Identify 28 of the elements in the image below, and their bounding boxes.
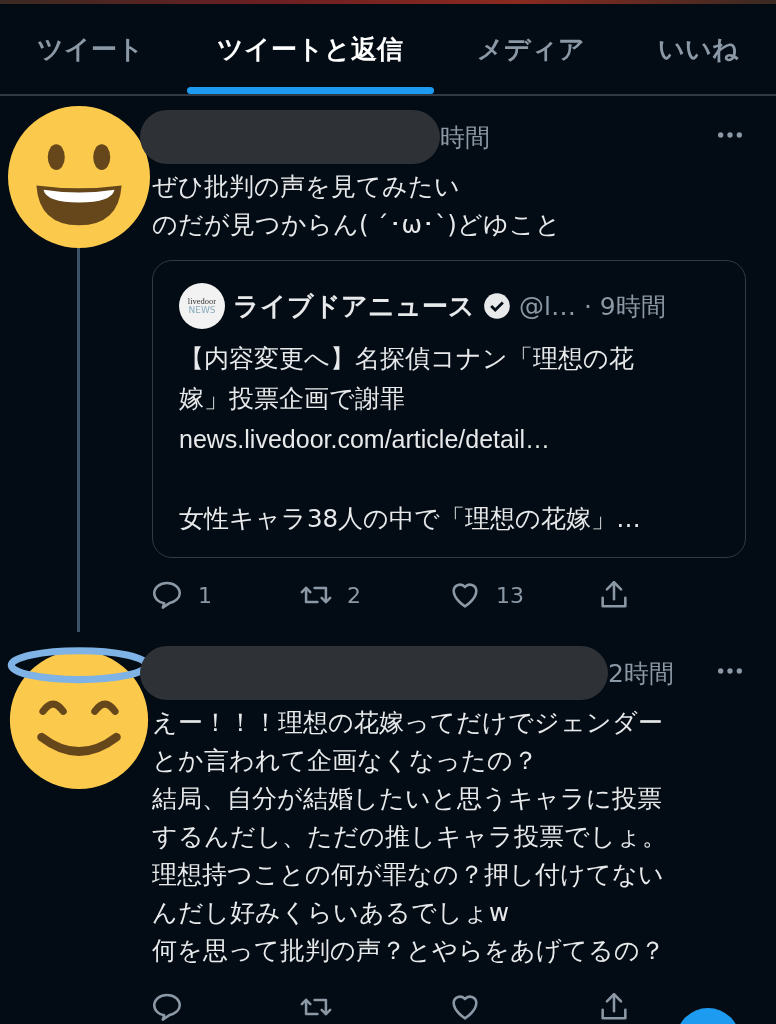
tweet-text-line: するんだし、ただの推しキャラ投票でしょ。	[152, 821, 668, 853]
reply-count: 1	[198, 582, 212, 608]
quote-text-line: 嫁」投票企画で謝罪	[179, 383, 406, 415]
tweet-text-line: 結局、自分が結婚したいと思うキャラに投票	[152, 783, 663, 815]
news-logo: livedoor NEWS	[179, 283, 225, 329]
quote-time: · 9時間	[583, 290, 666, 323]
quote-text-line: 【内容変更へ】名探偵コナン「理想の花	[179, 343, 635, 375]
tweet-text-line: ぜひ批判の声を見てみたい	[152, 171, 461, 203]
profile-tab[interactable]: いいね	[621, 4, 776, 94]
profile-tab[interactable]: メディア	[440, 4, 622, 94]
smiley-avatar-icon	[8, 106, 150, 248]
retweet-count: 2	[347, 582, 361, 608]
quote-tweet-card[interactable]: livedoor NEWS ライブドアニュース @l… · 9時間 【内容変更へ】名探偵コナン「理想の花 嫁」投票企画で謝罪 news.livedoor.com/article/detail… 女性キャラ38人の中で「理想の花嫁」…	[152, 260, 746, 558]
tweet-text-line: んだし好みくらいあるでしょw	[152, 897, 511, 929]
tweet-text-line: えー！！！理想の花嫁ってだけでジェンダー	[152, 707, 664, 739]
tweet-text-line: のだが見つからん( ´･ω･`)どゆこと	[152, 209, 562, 241]
tweet-text-line: とか言われて企画なくなったの？	[152, 745, 539, 777]
quote-text: 女性キャラ38人の中で「理想の花嫁」…	[179, 503, 642, 535]
tweet-text-line: 理想持つことの何が罪なの？押し付けてない	[152, 859, 665, 891]
tweet-text-line: 何を思って批判の声？とやらをあげてるの？	[152, 935, 666, 967]
profile-tab[interactable]: ツイート	[0, 4, 181, 94]
quote-handle: @l…	[519, 291, 576, 321]
tweet-time: 2時間	[608, 657, 674, 690]
quote-author-name: ライブドアニュース	[233, 289, 475, 323]
profile-tab[interactable]: ツイートと返信	[180, 4, 440, 94]
like-count: 13	[496, 582, 524, 608]
article-link[interactable]: news.livedoor.com/article/detail…	[179, 419, 721, 459]
tweet-time: 時間	[440, 121, 490, 154]
